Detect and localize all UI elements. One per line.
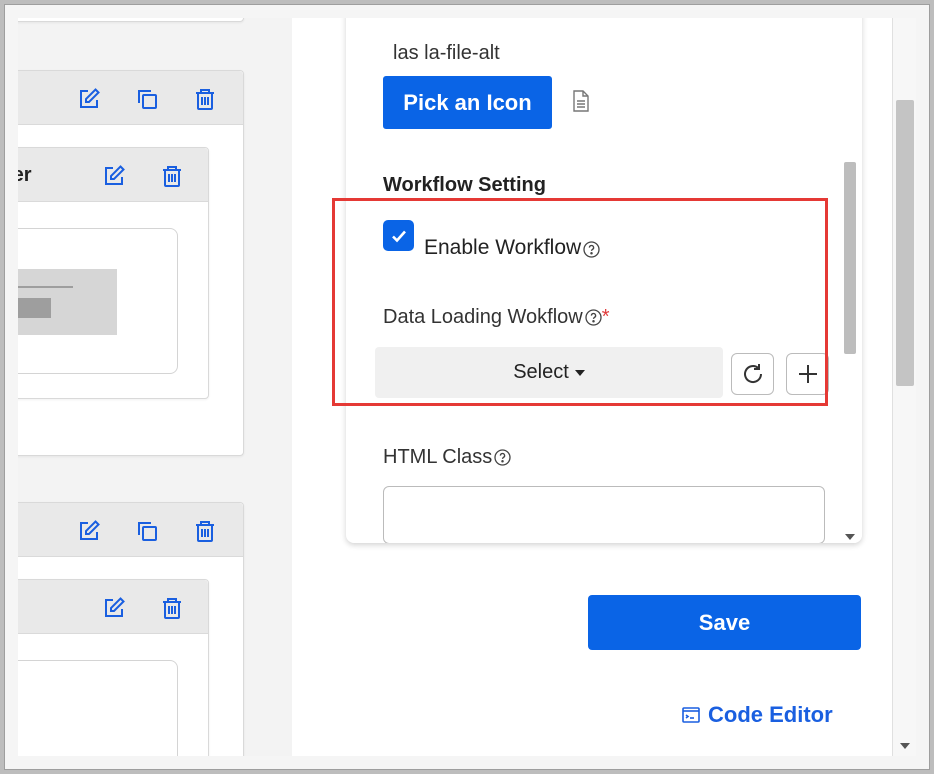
enable-workflow-label: Enable Workflow: [424, 236, 582, 259]
enable-workflow-checkbox[interactable]: [383, 220, 414, 251]
html-class-label-row: HTML Class: [383, 446, 511, 469]
outer-card-2[interactable]: [18, 502, 244, 756]
edit-icon[interactable]: [102, 164, 126, 188]
add-workflow-button[interactable]: [786, 353, 829, 395]
help-circle-icon[interactable]: [583, 240, 600, 258]
inner-card-2[interactable]: [18, 579, 209, 756]
builder-canvas: ter: [18, 18, 916, 756]
copy-icon[interactable]: [135, 519, 159, 543]
help-circle-icon[interactable]: [585, 309, 602, 326]
file-icon: [572, 90, 590, 112]
code-editor-label: Code Editor: [708, 702, 833, 727]
inner-card-2-header: [18, 580, 208, 634]
code-editor-link[interactable]: Code Editor: [682, 702, 833, 728]
data-loading-label-row: Data Loading Wokflow *: [383, 306, 610, 329]
panel-scrollbar-thumb[interactable]: [844, 162, 856, 354]
icon-class-value: las la-file-alt: [393, 42, 500, 64]
settings-panel: las la-file-alt Pick an Icon Workflow Se…: [346, 18, 862, 543]
copy-icon[interactable]: [135, 87, 159, 111]
trash-icon[interactable]: [160, 164, 184, 188]
screenshot-frame: ter: [0, 0, 934, 774]
data-loading-workflow-label: Data Loading Wokflow: [383, 306, 583, 328]
refresh-icon: [743, 364, 762, 383]
workflow-select-dropdown[interactable]: Select: [375, 347, 723, 398]
terminal-icon: [682, 707, 700, 723]
outer-card-1[interactable]: ter: [18, 70, 244, 456]
widget-preview-box-2[interactable]: [18, 660, 178, 756]
caret-down-icon: [574, 369, 585, 376]
pick-icon-button[interactable]: Pick an Icon: [383, 76, 552, 129]
workflow-setting-heading: Workflow Setting: [383, 174, 546, 196]
trash-icon[interactable]: [193, 519, 217, 543]
select-label: Select: [513, 361, 569, 383]
edit-icon[interactable]: [102, 596, 126, 620]
scroll-down-arrow-icon[interactable]: [900, 743, 910, 749]
enable-workflow-label-row: Enable Workflow: [424, 236, 600, 260]
save-button[interactable]: Save: [588, 595, 861, 650]
top-card-strip: [18, 18, 244, 22]
inner-card-1[interactable]: ter: [18, 147, 209, 399]
refresh-workflow-button[interactable]: [731, 353, 774, 395]
outer-card-2-header: [18, 503, 243, 557]
outer-card-1-header: [18, 71, 243, 125]
card-title: ter: [18, 164, 32, 186]
plus-icon: [798, 365, 817, 383]
html-class-input[interactable]: [383, 486, 825, 543]
html-class-label: HTML Class: [383, 446, 493, 468]
help-circle-icon[interactable]: [494, 449, 511, 466]
preview-line: [18, 286, 73, 288]
trash-icon[interactable]: [193, 87, 217, 111]
preview-bar: [18, 298, 51, 318]
edit-icon[interactable]: [77, 519, 101, 543]
sidebar-scrollbar-thumb[interactable]: [896, 100, 914, 386]
scroll-down-arrow-icon[interactable]: [845, 534, 855, 540]
required-marker: *: [601, 306, 610, 328]
inner-card-1-header: ter: [18, 148, 208, 202]
edit-icon[interactable]: [77, 87, 101, 111]
widget-preview-box[interactable]: [18, 228, 178, 374]
trash-icon[interactable]: [160, 596, 184, 620]
